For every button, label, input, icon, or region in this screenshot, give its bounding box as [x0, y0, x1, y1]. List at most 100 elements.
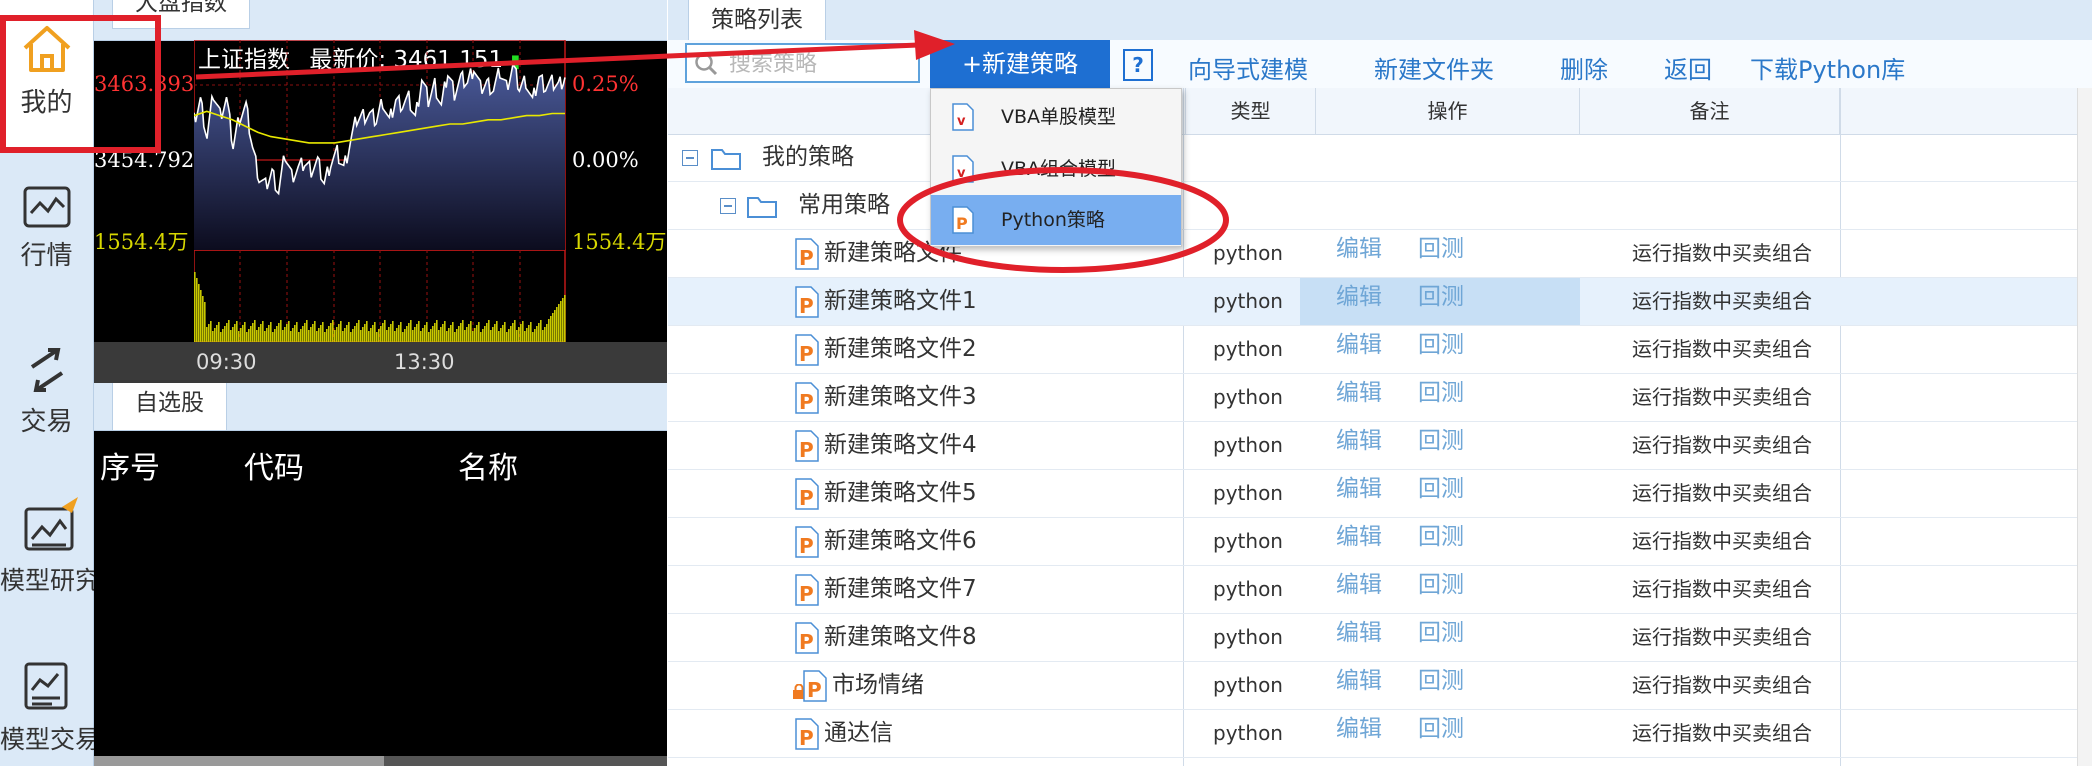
edit-link[interactable]: 编辑	[1336, 514, 1382, 561]
edit-link[interactable]: 编辑	[1336, 274, 1382, 321]
volume-bar	[368, 331, 370, 342]
nav-item-market[interactable]: 行情	[0, 185, 93, 272]
table-row[interactable]: P 通达信 python 编辑 回测 运行指数中买卖组合	[668, 710, 2092, 758]
nav-item-modeltrade[interactable]: 模型交易	[0, 660, 100, 756]
backtest-link[interactable]: 回测	[1418, 706, 1464, 753]
backtest-link[interactable]: 回测	[1418, 274, 1464, 321]
nav-item-research[interactable]: 模型研究	[0, 495, 100, 597]
table-row[interactable]: P 新建策略文件6 python 编辑 回测 运行指数中买卖组合	[668, 518, 2092, 566]
edit-link[interactable]: 编辑	[1336, 466, 1382, 513]
strategy-name[interactable]: 新建策略文件6	[824, 518, 977, 565]
strategy-name[interactable]: 新建策略文件1	[824, 278, 977, 325]
nav-label-trade: 交易	[20, 407, 73, 437]
volume-bar	[558, 304, 560, 342]
strategy-ops: 编辑 回测	[1300, 710, 1580, 757]
volume-bar	[434, 323, 436, 342]
delete-link[interactable]: 删除	[1560, 50, 1608, 85]
collapse-icon[interactable]	[720, 198, 736, 214]
strategy-list-tab[interactable]: 策略列表	[688, 0, 826, 41]
table-row[interactable]: P 新建策略文件3 python 编辑 回测 运行指数中买卖组合	[668, 374, 2092, 422]
watch-col-name[interactable]: 名称	[458, 443, 518, 487]
intraday-chart[interactable]	[194, 40, 566, 342]
edit-link[interactable]: 编辑	[1336, 610, 1382, 657]
strategy-ops: 编辑 回测	[1300, 278, 1580, 325]
watchlist-scrollbar[interactable]	[94, 756, 667, 766]
edit-link[interactable]: 编辑	[1336, 562, 1382, 609]
edit-link[interactable]: 编辑	[1336, 322, 1382, 369]
strategy-name[interactable]: 新建策略文件7	[824, 566, 977, 613]
watch-col-index[interactable]: 序号	[100, 443, 160, 487]
strategy-type: python	[1213, 721, 1283, 745]
edit-link[interactable]: 编辑	[1336, 418, 1382, 465]
collapse-icon[interactable]	[682, 150, 698, 166]
search-input[interactable]	[727, 45, 916, 83]
new-folder-link[interactable]: 新建文件夹	[1374, 50, 1494, 85]
volume-bar	[328, 326, 330, 342]
tree-row-folder[interactable]: 常用策略	[668, 182, 2092, 230]
dropdown-item-vba-portfolio[interactable]: v VBA组合模型	[931, 144, 1181, 194]
wizard-model-link[interactable]: 向导式建模	[1188, 50, 1308, 85]
strategy-name[interactable]: 新建策略文件5	[824, 470, 977, 517]
strategy-name[interactable]: 新建策略文件2	[824, 326, 977, 373]
table-row[interactable]: P 市场情绪 python 编辑 回测 运行指数中买卖组合	[668, 662, 2092, 710]
th-ops[interactable]: 操作	[1316, 88, 1580, 134]
edit-link[interactable]: 编辑	[1336, 658, 1382, 705]
backtest-link[interactable]: 回测	[1418, 322, 1464, 369]
backtest-link[interactable]: 回测	[1418, 466, 1464, 513]
backtest-link[interactable]: 回测	[1418, 514, 1464, 561]
strategy-name[interactable]: 通达信	[824, 710, 893, 757]
edit-link[interactable]: 编辑	[1336, 706, 1382, 753]
backtest-link[interactable]: 回测	[1418, 370, 1464, 417]
strategy-name[interactable]: 新建策略文件3	[824, 374, 977, 421]
watchlist-tab[interactable]: 自选股	[112, 383, 227, 431]
backtest-link[interactable]: 回测	[1418, 562, 1464, 609]
nav-item-trade[interactable]: 交易	[0, 345, 93, 438]
strategy-name[interactable]: 新建策略文件8	[824, 614, 977, 661]
backtest-link[interactable]: 回测	[1418, 658, 1464, 705]
volume-bar	[310, 327, 312, 342]
strategy-name[interactable]: 新建策略文件4	[824, 422, 977, 469]
table-row[interactable]: P 新建策略文件7 python 编辑 回测 运行指数中买卖组合	[668, 566, 2092, 614]
table-row[interactable]: P 新建策略文件 python 编辑 回测 运行指数中买卖组合	[668, 230, 2092, 278]
volume-bar	[522, 321, 524, 342]
search-box[interactable]	[685, 43, 920, 83]
python-file-icon: P	[795, 526, 819, 558]
table-row[interactable]: P 新建策略文件4 python 编辑 回测 运行指数中买卖组合	[668, 422, 2092, 470]
python-file-icon: P	[795, 382, 819, 414]
th-note[interactable]: 备注	[1580, 88, 1840, 134]
table-row[interactable]: P 新建策略文件5 python 编辑 回测 运行指数中买卖组合	[668, 470, 2092, 518]
watch-col-code[interactable]: 代码	[244, 443, 304, 487]
market-tab[interactable]: 大盘指数	[112, 0, 250, 29]
edit-link[interactable]: 编辑	[1336, 370, 1382, 417]
table-scrollbar[interactable]	[2077, 88, 2092, 766]
volume-bar	[302, 326, 304, 342]
backtest-link[interactable]: 回测	[1418, 610, 1464, 657]
volume-bar	[412, 330, 414, 342]
backtest-link[interactable]: 回测	[1418, 226, 1464, 273]
volume-bar	[408, 323, 410, 342]
help-button[interactable]: ?	[1123, 49, 1153, 81]
back-link[interactable]: 返回	[1664, 50, 1712, 85]
dropdown-item-vba-single[interactable]: v VBA单股模型	[931, 92, 1181, 142]
svg-text:P: P	[799, 486, 814, 510]
strategy-name[interactable]: 市场情绪	[832, 662, 924, 709]
table-row[interactable]: P 新建策略文件1 python 编辑 回测 运行指数中买卖组合	[668, 278, 2092, 326]
new-strategy-dropdown: v VBA单股模型 v VBA组合模型 P Python策略	[930, 88, 1182, 247]
table-row[interactable]: P 新建策略文件8 python 编辑 回测 运行指数中买卖组合	[668, 614, 2092, 662]
volume-bar	[240, 328, 242, 342]
new-strategy-button[interactable]: +新建策略	[930, 40, 1110, 88]
volume-bar	[514, 320, 516, 342]
th-type[interactable]: 类型	[1186, 88, 1316, 134]
volume-bar	[482, 329, 484, 342]
download-python-link[interactable]: 下载Python库	[1750, 50, 1905, 85]
dropdown-item-python[interactable]: P Python策略	[931, 195, 1181, 245]
table-row[interactable]: P 新建策略文件2 python 编辑 回测 运行指数中买卖组合	[668, 326, 2092, 374]
svg-text:P: P	[799, 630, 814, 654]
edit-link[interactable]: 编辑	[1336, 226, 1382, 273]
strategy-type: python	[1213, 433, 1283, 457]
nav-item-mine[interactable]: 我的	[0, 0, 93, 148]
backtest-link[interactable]: 回测	[1418, 418, 1464, 465]
scrollbar-thumb[interactable]	[94, 756, 384, 766]
strategy-note: 运行指数中买卖组合	[1632, 577, 1812, 601]
tree-row-root[interactable]: 我的策略	[668, 134, 2092, 182]
